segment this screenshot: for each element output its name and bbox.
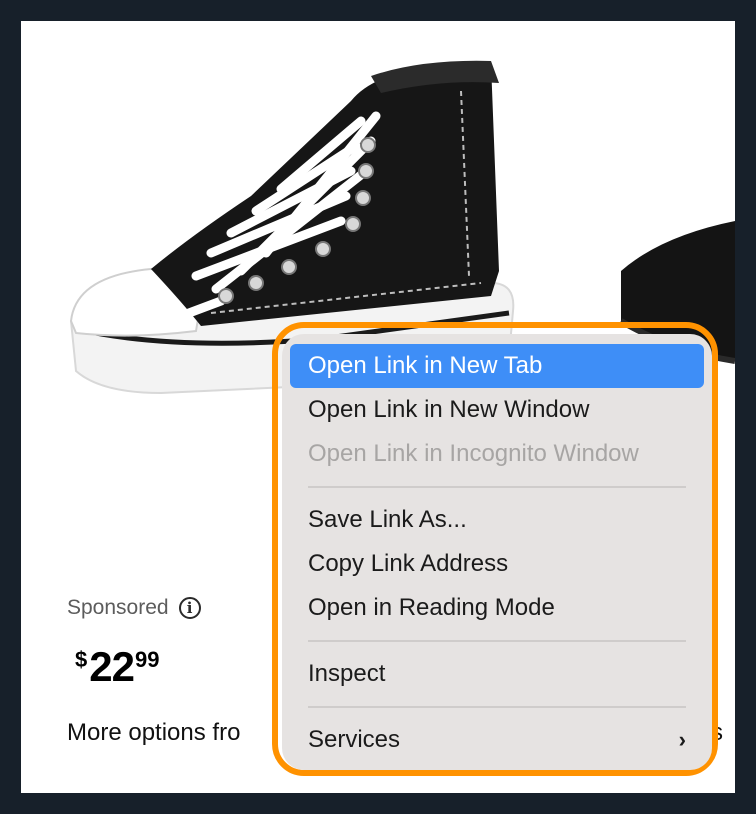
chevron-right-icon: ›: [678, 727, 686, 752]
sponsored-label: Sponsored i: [67, 596, 201, 620]
menu-item-label: Open in Reading Mode: [308, 594, 555, 621]
menu-item-label: Open Link in Incognito Window: [308, 440, 639, 467]
menu-separator: [308, 486, 686, 488]
menu-item-label: Copy Link Address: [308, 550, 509, 577]
info-icon[interactable]: i: [178, 597, 201, 619]
menu-item-open-link-new-tab[interactable]: Open Link in New Tab: [290, 344, 704, 388]
menu-item-services[interactable]: Services ›: [290, 718, 704, 762]
menu-item-open-reading-mode[interactable]: Open in Reading Mode: [290, 586, 704, 630]
menu-separator: [308, 640, 686, 642]
context-menu: Open Link in New Tab Open Link in New Wi…: [282, 334, 712, 770]
menu-item-label: Open Link in New Window: [308, 396, 590, 423]
menu-item-open-link-incognito: Open Link in Incognito Window: [290, 432, 704, 476]
menu-item-inspect[interactable]: Inspect: [290, 652, 704, 696]
menu-separator: [308, 706, 686, 708]
menu-item-label: Inspect: [308, 660, 386, 687]
price-dollars: 22: [89, 643, 135, 690]
price: $ 22 99: [75, 645, 159, 689]
more-options-link[interactable]: More options fro: [67, 719, 240, 747]
menu-item-copy-link-address[interactable]: Copy Link Address: [290, 542, 704, 586]
price-cents: 99: [134, 647, 160, 672]
sponsored-text: Sponsored: [67, 596, 169, 619]
price-currency: $: [75, 647, 88, 672]
menu-item-label: Services: [308, 726, 401, 753]
menu-item-label: Save Link As...: [308, 506, 467, 533]
menu-item-save-link-as[interactable]: Save Link As...: [290, 498, 704, 542]
menu-item-open-link-new-window[interactable]: Open Link in New Window: [290, 388, 704, 432]
menu-item-label: Open Link in New Tab: [308, 352, 543, 379]
